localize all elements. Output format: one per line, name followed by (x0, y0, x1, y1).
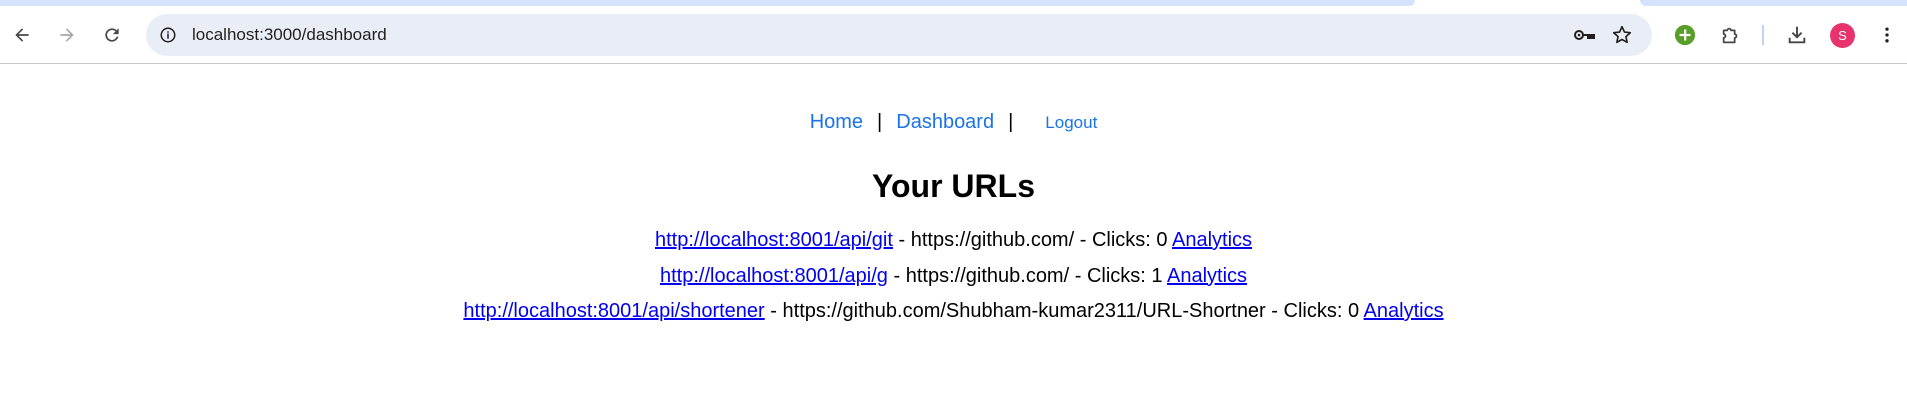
extensions-button[interactable] (1715, 19, 1747, 51)
short-url-link[interactable]: http://localhost:8001/api/g (660, 265, 888, 287)
browser-toolbar: localhost:3000/dashboard S (0, 6, 1907, 64)
analytics-link[interactable]: Analytics (1167, 265, 1247, 287)
nav-logout-button[interactable]: Logout (1045, 113, 1097, 132)
url-separator: - (1271, 300, 1278, 322)
downloads-button[interactable] (1781, 19, 1813, 51)
site-info-icon (160, 27, 176, 43)
target-url: https://github.com/Shubham-kumar2311/URL… (782, 300, 1266, 322)
short-url-link[interactable]: http://localhost:8001/api/shortener (463, 300, 764, 322)
clicks-count: 1 (1151, 264, 1163, 287)
page-title: Your URLs (872, 168, 1035, 204)
password-key-button[interactable] (1572, 23, 1596, 47)
extension-add-icon (1674, 24, 1696, 46)
profile-avatar[interactable]: S (1830, 23, 1855, 48)
url-list-item: http://localhost:8001/api/g - https://gi… (0, 262, 1907, 298)
analytics-link[interactable]: Analytics (1364, 300, 1444, 322)
extension-add-button[interactable] (1669, 19, 1701, 51)
clicks-label: Clicks: (1091, 229, 1151, 251)
url-separator: - (1079, 229, 1087, 251)
target-url: https://github.com/ (905, 264, 1070, 287)
download-icon (1788, 26, 1806, 44)
back-arrow-icon (15, 28, 29, 42)
site-nav: Home | Dashboard | Logout (0, 108, 1907, 138)
url-separator: - (1074, 264, 1082, 287)
nav-home-link[interactable]: Home (810, 111, 863, 133)
nav-dashboard-link[interactable]: Dashboard (896, 111, 994, 133)
more-menu-button[interactable] (1871, 19, 1903, 51)
address-bar[interactable]: localhost:3000/dashboard (146, 14, 1652, 56)
url-list-item: http://localhost:8001/api/git - https://… (0, 226, 1907, 262)
clicks-label: Clicks: (1283, 300, 1343, 322)
target-url: https://github.com/ (910, 229, 1075, 251)
url-list-item: http://localhost:8001/api/shortener - ht… (0, 297, 1907, 333)
key-icon (1574, 30, 1595, 40)
forward-button[interactable] (51, 19, 83, 51)
url-list: http://localhost:8001/api/git - https://… (0, 226, 1907, 333)
back-button[interactable] (6, 19, 38, 51)
short-url-link[interactable]: http://localhost:8001/api/git (655, 229, 893, 251)
clicks-label: Clicks: (1086, 264, 1146, 287)
more-vert-icon (1885, 27, 1889, 43)
address-bar-url[interactable]: localhost:3000/dashboard (192, 25, 387, 45)
analytics-link[interactable]: Analytics (1172, 229, 1252, 251)
clicks-count: 0 (1156, 229, 1168, 251)
puzzle-icon (1722, 27, 1738, 44)
url-separator: - (898, 229, 906, 251)
toolbar-divider (1762, 25, 1764, 45)
forward-arrow-icon (60, 28, 74, 42)
url-separator: - (893, 264, 901, 287)
clicks-count: 0 (1347, 300, 1360, 322)
reload-icon (105, 28, 119, 42)
site-info-button[interactable] (156, 23, 180, 47)
reload-button[interactable] (96, 19, 128, 51)
url-separator: - (770, 300, 777, 322)
bookmark-star-button[interactable] (1610, 23, 1634, 47)
star-icon (1612, 25, 1632, 44)
nav-separator: | (1008, 111, 1014, 133)
nav-separator: | (877, 111, 883, 133)
